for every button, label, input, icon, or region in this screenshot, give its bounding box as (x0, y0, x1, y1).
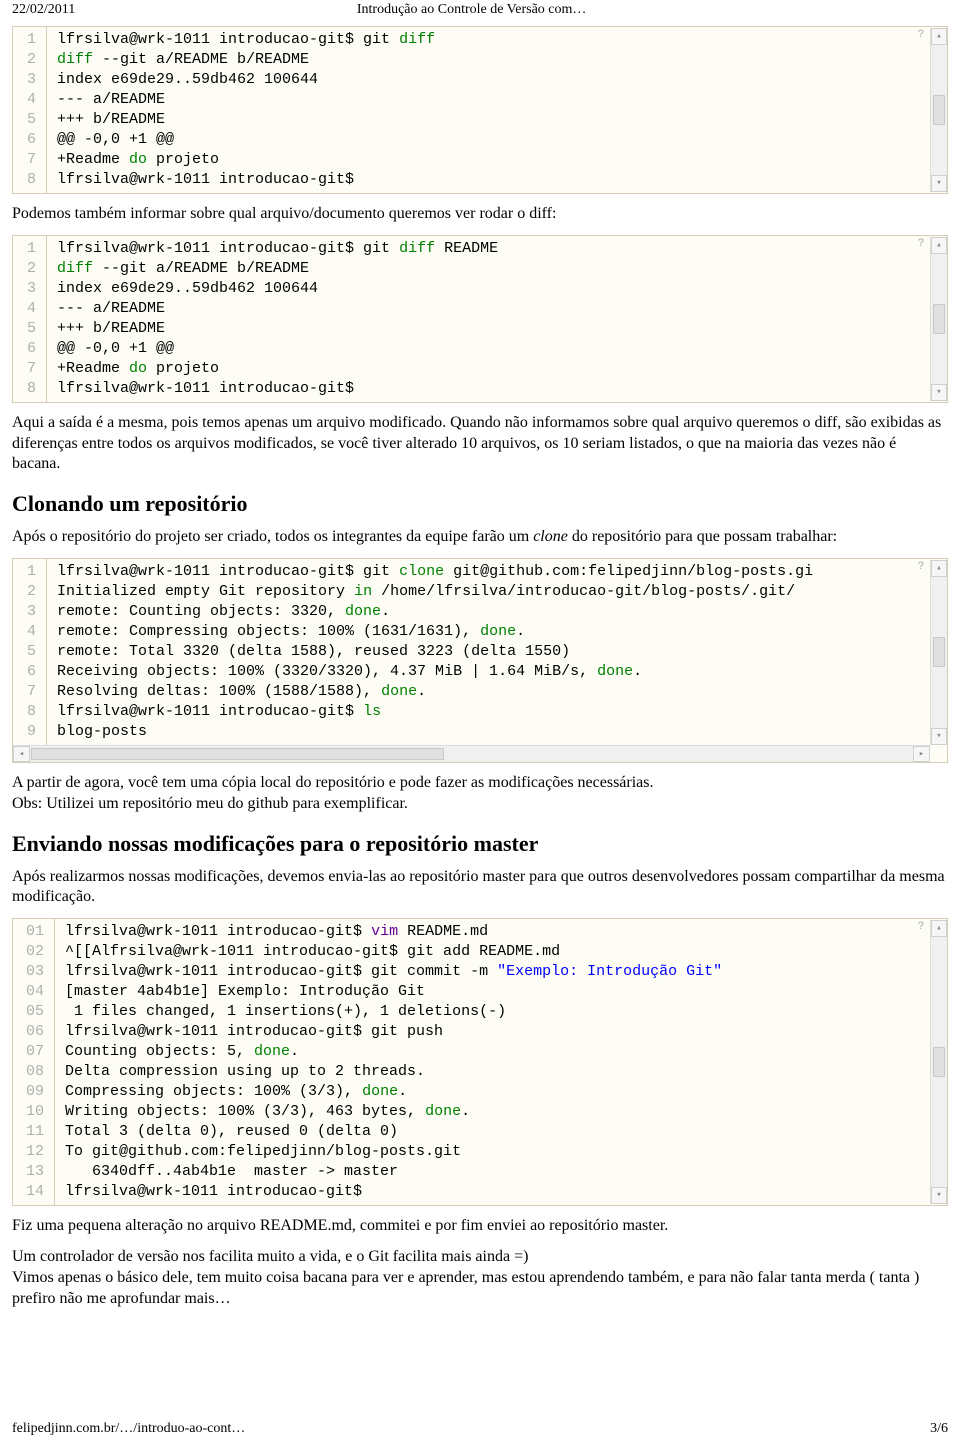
paragraph: Após o repositório do projeto ser criado… (12, 527, 948, 548)
scroll-down-icon[interactable]: ▾ (931, 1187, 947, 1204)
v-scrollbar[interactable]: ▴ ▾ (930, 28, 947, 192)
footer-page: 3/6 (930, 1421, 948, 1437)
paragraph: Após realizarmos nossas modificações, de… (12, 867, 948, 909)
text: Um controlador de versão nos facilita mu… (12, 1248, 528, 1265)
text: Obs: Utilizei um repositório meu do gith… (12, 795, 408, 812)
heading: Clonando um repositório (12, 491, 948, 517)
h-scrollbar[interactable]: ◂ ▸ (13, 745, 930, 762)
scroll-down-icon[interactable]: ▾ (931, 728, 947, 745)
heading: Enviando nossas modificações para o repo… (12, 831, 948, 857)
paragraph: A partir de agora, você tem uma cópia lo… (12, 773, 948, 815)
help-icon[interactable]: ? (914, 920, 928, 934)
scroll-thumb[interactable] (31, 748, 444, 760)
help-icon[interactable]: ? (914, 28, 928, 42)
line-numbers: 12345678 (13, 27, 47, 193)
line-numbers: 0102030405060708091011121314 (13, 919, 55, 1205)
line-numbers: 12345678 (13, 236, 47, 402)
v-scrollbar[interactable]: ▴ ▾ (930, 560, 947, 745)
v-scrollbar[interactable]: ▴ ▾ (930, 920, 947, 1204)
code-block-1: 12345678 lfrsilva@wrk-1011 introducao-gi… (12, 26, 948, 194)
text: Após o repositório do projeto ser criado… (12, 528, 533, 545)
code-content: lfrsilva@wrk-1011 introducao-git$ vim RE… (55, 919, 947, 1205)
scroll-down-icon[interactable]: ▾ (931, 175, 947, 192)
code-block-3: 123456789 lfrsilva@wrk-1011 introducao-g… (12, 558, 948, 763)
v-scrollbar[interactable]: ▴ ▾ (930, 237, 947, 401)
code-content: lfrsilva@wrk-1011 introducao-git$ git di… (47, 236, 947, 402)
scroll-thumb[interactable] (933, 304, 945, 334)
paragraph: Aqui a saída é a mesma, pois temos apena… (12, 413, 948, 475)
scroll-thumb[interactable] (933, 637, 945, 667)
page-header: 22/02/2011 Introdução ao Controle de Ver… (12, 0, 948, 20)
scroll-up-icon[interactable]: ▴ (931, 28, 947, 45)
paragraph: Podemos também informar sobre qual arqui… (12, 204, 948, 225)
text: Vimos apenas o básico dele, tem muito co… (12, 1269, 919, 1307)
line-numbers: 123456789 (13, 559, 47, 745)
scroll-thumb[interactable] (933, 1047, 945, 1077)
scroll-up-icon[interactable]: ▴ (931, 920, 947, 937)
paragraph: Fiz uma pequena alteração no arquivo REA… (12, 1216, 948, 1237)
header-title: Introdução ao Controle de Versão com… (75, 2, 868, 18)
footer-url: felipedjinn.com.br/…/introduo-ao-cont… (12, 1421, 245, 1437)
code-content: lfrsilva@wrk-1011 introducao-git$ git cl… (47, 559, 947, 745)
scroll-up-icon[interactable]: ▴ (931, 237, 947, 254)
scroll-up-icon[interactable]: ▴ (931, 560, 947, 577)
code-block-2: 12345678 lfrsilva@wrk-1011 introducao-gi… (12, 235, 948, 403)
scroll-right-icon[interactable]: ▸ (913, 746, 930, 762)
page-footer: felipedjinn.com.br/…/introduo-ao-cont… 3… (12, 1421, 948, 1437)
header-date: 22/02/2011 (12, 2, 75, 18)
code-content: lfrsilva@wrk-1011 introducao-git$ git di… (47, 27, 947, 193)
text: do repositório para que possam trabalhar… (568, 528, 837, 545)
text: A partir de agora, você tem uma cópia lo… (12, 774, 654, 791)
help-icon[interactable]: ? (914, 237, 928, 251)
scroll-left-icon[interactable]: ◂ (13, 746, 30, 762)
paragraph: Um controlador de versão nos facilita mu… (12, 1247, 948, 1309)
emphasis: clone (533, 528, 568, 545)
code-block-4: 0102030405060708091011121314 lfrsilva@wr… (12, 918, 948, 1206)
help-icon[interactable]: ? (914, 560, 928, 574)
scroll-thumb[interactable] (933, 95, 945, 125)
scroll-down-icon[interactable]: ▾ (931, 384, 947, 401)
